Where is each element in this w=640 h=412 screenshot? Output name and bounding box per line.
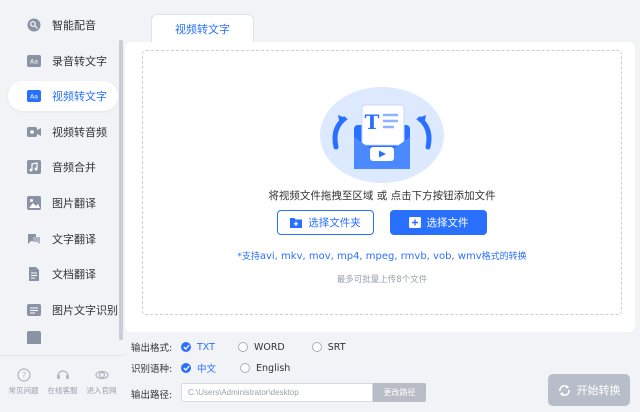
- radio-checked-icon: [181, 342, 191, 352]
- sidebar-item-voice[interactable]: 智能配音: [8, 10, 118, 40]
- image-translate-icon: [26, 195, 42, 211]
- sidebar-item-label: 音频合并: [52, 161, 96, 175]
- support-link[interactable]: 在线客服: [48, 368, 78, 404]
- sidebar-item-label: 文档翻译: [52, 268, 96, 282]
- convert-icon: [558, 384, 570, 396]
- support-icon: [56, 370, 69, 379]
- radio-icon: [237, 342, 248, 352]
- sidebar-item-video-to-audio[interactable]: 视频转音频: [8, 117, 118, 147]
- text-translate-icon: [26, 231, 42, 247]
- svg-text:T: T: [365, 110, 380, 134]
- voice-icon: [26, 17, 42, 33]
- sidebar-item-clipped: [8, 330, 118, 345]
- sidebar-divider: [0, 355, 125, 356]
- sidebar-nav: 智能配音 Aa 录音转文字 Aa 视频转文字 视频转音频 音频合并 图片翻译 文…: [8, 10, 118, 350]
- sidebar-item-label: 图片文字识别: [52, 303, 118, 317]
- upload-limit-text: 最多可批量上传8个文件: [336, 275, 428, 285]
- sidebar-item-label: 录音转文字: [52, 54, 107, 68]
- svg-text:?: ?: [21, 371, 25, 380]
- ocr-icon: [26, 302, 42, 318]
- supported-formats: *支持avi, mkv, mov, mp4, mpeg, rmvb, vob, …: [237, 251, 527, 262]
- language-label: 识别语种:: [131, 364, 173, 375]
- change-path-button[interactable]: 更改路径: [373, 383, 426, 402]
- audio-merge-icon: [26, 159, 42, 175]
- drop-hint-text: 将视频文件拖拽至区域 或 点击下方按钮添加文件: [268, 190, 496, 202]
- website-icon: [94, 370, 109, 380]
- website-link[interactable]: 进入官网: [87, 368, 117, 404]
- help-link[interactable]: ? 常见问题: [9, 368, 39, 404]
- doc-translate-icon: [26, 266, 42, 282]
- svg-text:Aa: Aa: [30, 94, 38, 101]
- radio-icon: [240, 363, 251, 373]
- sidebar-item-text-translate[interactable]: 文字翻译: [8, 224, 118, 254]
- file-add-icon: [408, 217, 421, 228]
- sidebar-footer: ? 常见问题 在线客服 进入官网: [0, 368, 125, 404]
- output-format-row: 输出格式: TXT WORD SRT: [131, 340, 346, 355]
- sidebar-item-label: 视频转音频: [52, 125, 107, 139]
- sidebar-item-doc-translate[interactable]: 文档翻译: [8, 259, 118, 289]
- format-option-srt[interactable]: SRT: [311, 342, 346, 353]
- sidebar-item-image-translate[interactable]: 图片翻译: [8, 188, 118, 218]
- sidebar-item-label: 文字翻译: [52, 232, 96, 246]
- sidebar-scrollbar[interactable]: [119, 40, 123, 340]
- folder-add-icon: [290, 218, 303, 228]
- radio-checked-icon: [181, 363, 191, 373]
- output-path-label: 输出路径:: [131, 390, 173, 401]
- upload-illustration-icon: T: [320, 87, 444, 183]
- svg-text:Aa: Aa: [30, 58, 38, 65]
- video-to-audio-icon: [26, 124, 42, 140]
- output-format-label: 输出格式:: [131, 343, 173, 354]
- partial-icon: [26, 330, 42, 345]
- select-file-button[interactable]: 选择文件: [390, 210, 487, 235]
- language-option-chinese[interactable]: 中文: [181, 361, 216, 375]
- sidebar-item-ocr[interactable]: 图片文字识别: [8, 295, 118, 325]
- sidebar-item-label: 视频转文字: [52, 90, 107, 104]
- radio-icon: [311, 342, 322, 352]
- sidebar-item-video-to-text[interactable]: Aa 视频转文字: [8, 81, 118, 112]
- video-to-text-icon: Aa: [26, 88, 42, 104]
- sidebar-item-label: 图片翻译: [52, 196, 96, 210]
- start-convert-button[interactable]: 开始转换: [548, 374, 630, 406]
- language-row: 识别语种: 中文 English: [131, 361, 290, 376]
- help-icon: ?: [16, 368, 31, 382]
- audio-to-text-icon: Aa: [26, 53, 42, 69]
- output-path-field[interactable]: C:\Users\Administrator\desktop: [181, 383, 373, 402]
- tab-video-to-text[interactable]: 视频转文字: [151, 14, 254, 42]
- sidebar: 智能配音 Aa 录音转文字 Aa 视频转文字 视频转音频 音频合并 图片翻译 文…: [0, 0, 125, 412]
- sidebar-item-audio-to-text[interactable]: Aa 录音转文字: [8, 46, 118, 76]
- language-option-english[interactable]: English: [240, 363, 290, 374]
- sidebar-item-label: 智能配音: [52, 19, 96, 32]
- format-option-txt[interactable]: TXT: [181, 342, 215, 353]
- output-path-row: 输出路径:: [131, 387, 181, 401]
- format-option-word[interactable]: WORD: [237, 342, 285, 353]
- sidebar-item-audio-merge[interactable]: 音频合并: [8, 152, 118, 182]
- select-folder-button[interactable]: 选择文件夹: [277, 210, 374, 235]
